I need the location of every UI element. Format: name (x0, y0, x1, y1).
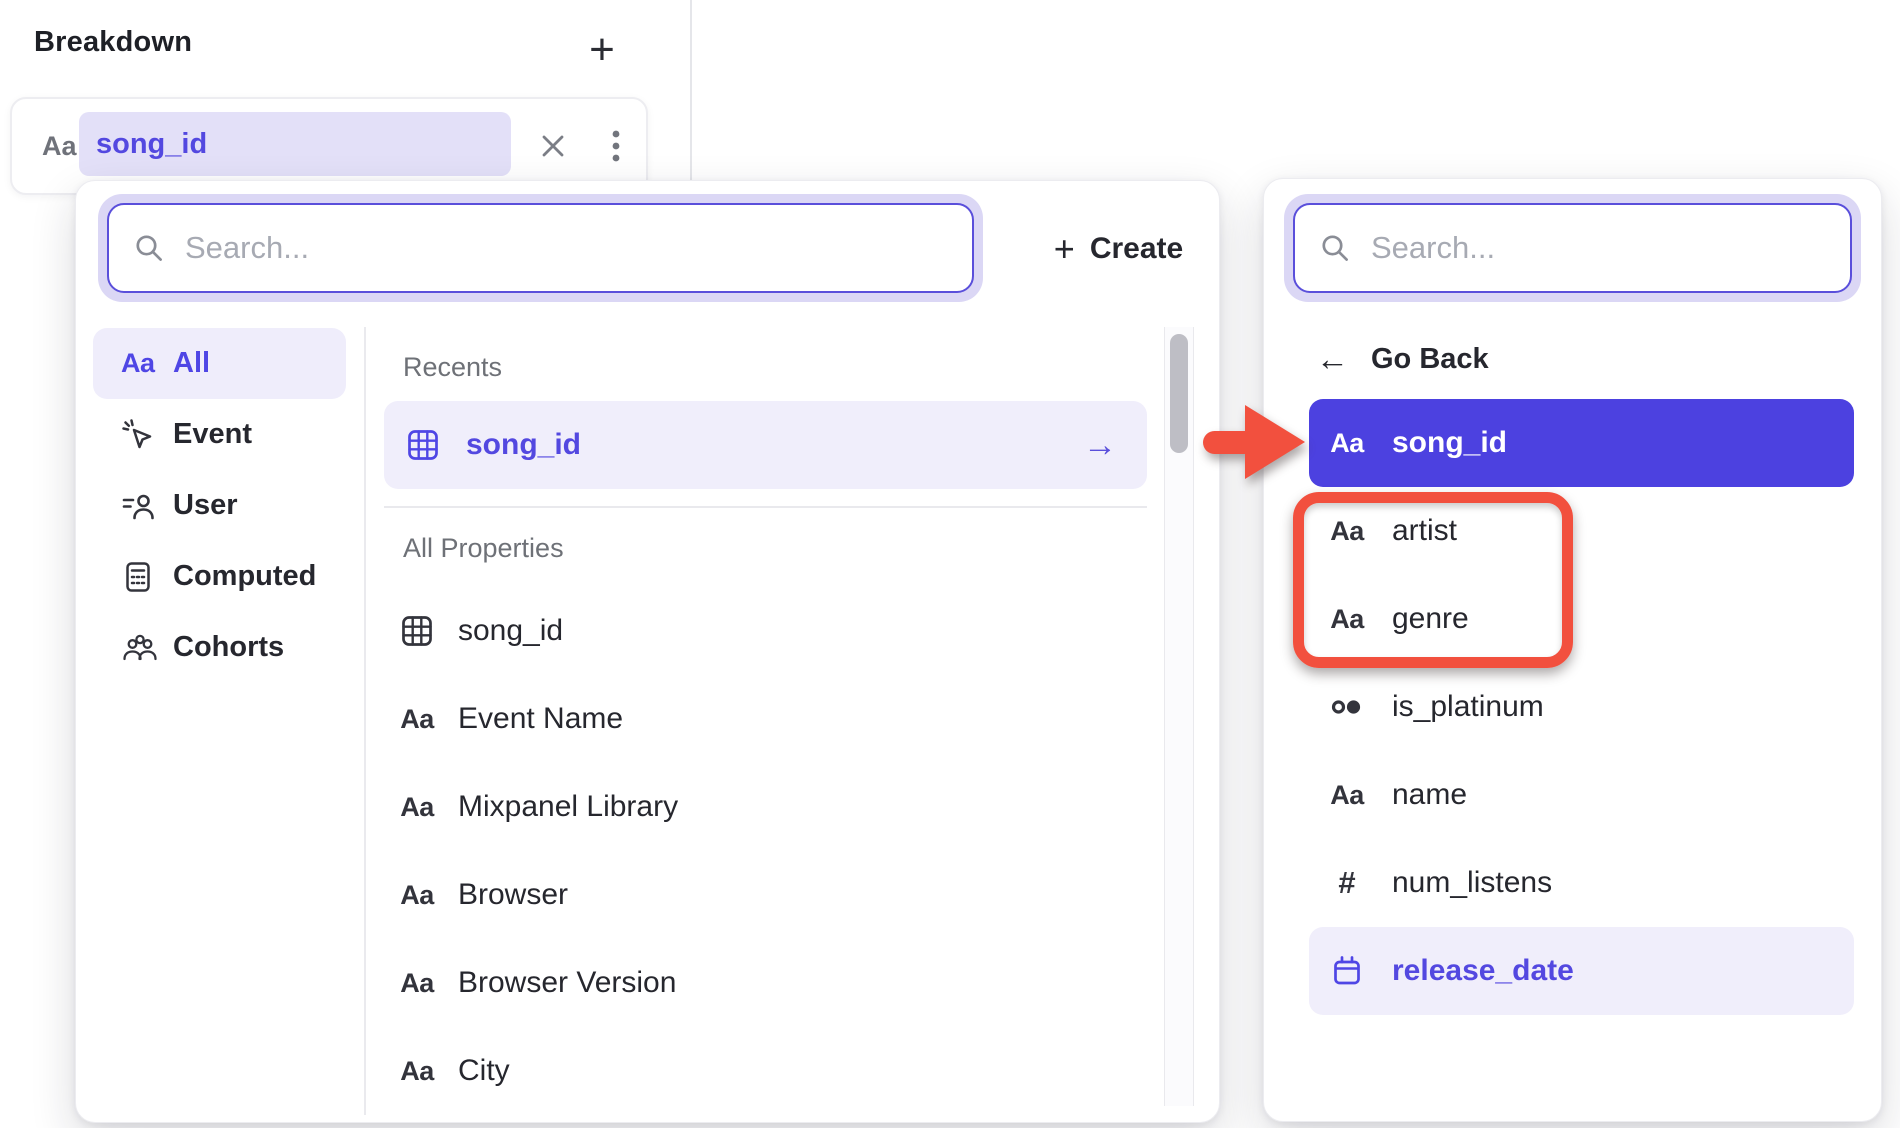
close-icon (539, 132, 567, 160)
property-row-browser-version[interactable]: Aa Browser Version (366, 939, 1192, 1027)
sidebar-item-event[interactable]: Event (93, 399, 346, 470)
text-type-icon: Aa (400, 880, 434, 911)
search-icon (133, 232, 165, 264)
table-icon (405, 427, 441, 463)
table-icon (399, 613, 435, 649)
section-divider (384, 506, 1147, 508)
user-icon (121, 489, 157, 523)
section-border (690, 0, 692, 183)
category-sidebar: Aa All Event User Computed (93, 328, 346, 683)
sidebar-item-computed[interactable]: Computed (93, 541, 346, 612)
text-type-icon: Aa (400, 968, 434, 999)
sidebar-item-cohorts[interactable]: Cohorts (93, 612, 346, 683)
property-row-city[interactable]: Aa City (366, 1027, 1192, 1115)
breakdown-options-button[interactable] (610, 129, 622, 163)
property-list-area: Recents song_id → All Properties song_id… (366, 327, 1192, 1115)
property-row-name[interactable]: Aa name (1309, 751, 1854, 839)
text-type-icon: Aa (42, 99, 77, 193)
search-input[interactable] (183, 229, 972, 267)
remove-breakdown-button[interactable] (539, 132, 567, 160)
scrollbar-thumb[interactable] (1170, 334, 1188, 453)
annotation-arrow-icon (1203, 405, 1305, 479)
text-type-icon: Aa (121, 348, 155, 379)
search-box (98, 194, 983, 302)
plus-icon: + (1054, 231, 1075, 267)
property-row-mixpanel-library[interactable]: Aa Mixpanel Library (366, 763, 1192, 851)
boolean-type-icon (1329, 690, 1365, 724)
cohorts-icon (121, 631, 159, 665)
all-properties-header: All Properties (403, 532, 1192, 564)
property-row-song_id[interactable]: song_id (366, 587, 1192, 675)
recent-property-row-song_id[interactable]: song_id → (384, 401, 1147, 489)
text-type-icon: Aa (400, 792, 434, 823)
sidebar-item-all[interactable]: Aa All (93, 328, 346, 399)
number-type-icon: # (1338, 865, 1355, 901)
annotation-highlight-box (1293, 492, 1573, 668)
recents-header: Recents (403, 351, 1192, 383)
property-row-num_listens[interactable]: # num_listens (1309, 839, 1854, 927)
search-icon (1319, 232, 1351, 264)
property-row-browser[interactable]: Aa Browser (366, 851, 1192, 939)
go-back-button[interactable]: ← Go Back (1316, 339, 1489, 379)
property-row-event-name[interactable]: Aa Event Name (366, 675, 1192, 763)
text-type-icon: Aa (400, 1056, 434, 1087)
property-row-song_id[interactable]: Aa song_id (1309, 399, 1854, 487)
breakdown-chip[interactable]: song_id (79, 112, 511, 176)
property-row-release_date[interactable]: release_date (1309, 927, 1854, 1015)
search-box (1284, 194, 1861, 302)
arrow-right-icon: → (1083, 426, 1117, 465)
kebab-menu-icon (610, 129, 622, 163)
page: Breakdown + Aa song_id (0, 0, 1900, 1128)
add-breakdown-button[interactable]: + (576, 24, 628, 76)
create-property-button[interactable]: + Create (1021, 201, 1216, 296)
property-picker-panel: + Create Aa All Event User Compu (75, 180, 1220, 1123)
text-type-icon: Aa (1330, 428, 1364, 459)
breakdown-chip-value: song_id (96, 128, 207, 161)
search-input[interactable] (1369, 229, 1850, 267)
text-type-icon: Aa (1330, 780, 1364, 811)
event-click-icon (121, 418, 155, 452)
arrow-left-icon: ← (1316, 340, 1349, 378)
computed-calculator-icon (121, 560, 155, 594)
breakdown-title: Breakdown (34, 26, 192, 59)
calendar-icon (1330, 954, 1364, 988)
sidebar-item-user[interactable]: User (93, 470, 346, 541)
property-row-is_platinum[interactable]: is_platinum (1309, 663, 1854, 751)
text-type-icon: Aa (400, 704, 434, 735)
